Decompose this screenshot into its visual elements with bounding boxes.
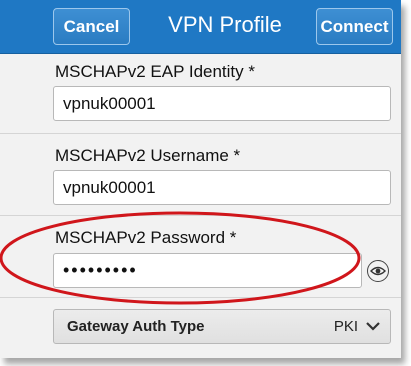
title-bar: Cancel VPN Profile Connect	[0, 0, 401, 54]
connect-button[interactable]: Connect	[316, 8, 393, 45]
chevron-down-icon	[365, 318, 381, 339]
username-value: vpnuk00001	[63, 177, 156, 197]
divider	[0, 215, 401, 216]
eap-identity-value: vpnuk00001	[63, 93, 156, 113]
username-label: MSCHAPv2 Username *	[55, 146, 241, 165]
gateway-auth-type-dropdown[interactable]: Gateway Auth Type PKI	[53, 309, 391, 344]
divider	[0, 133, 401, 134]
username-field[interactable]: vpnuk00001	[53, 170, 391, 205]
cancel-button[interactable]: Cancel	[53, 8, 130, 45]
eap-identity-label: MSCHAPv2 EAP Identity *	[55, 62, 255, 81]
vpn-profile-screen: Cancel VPN Profile Connect MSCHAPv2 EAP …	[0, 0, 401, 358]
password-label: MSCHAPv2 Password *	[55, 228, 237, 247]
eap-identity-field[interactable]: vpnuk00001	[53, 86, 391, 121]
eye-icon[interactable]	[367, 260, 389, 282]
page-title: VPN Profile	[168, 12, 282, 37]
password-field[interactable]: •••••••••	[53, 253, 362, 288]
divider	[0, 297, 401, 298]
gateway-auth-type-value: PKI	[333, 318, 358, 335]
password-value: •••••••••	[63, 260, 138, 280]
gateway-auth-type-label: Gateway Auth Type	[67, 318, 205, 335]
